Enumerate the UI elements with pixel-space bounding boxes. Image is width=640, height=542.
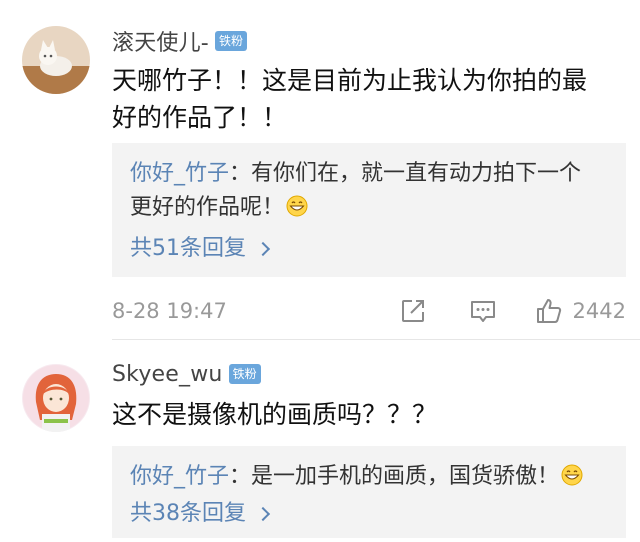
- share-icon[interactable]: [399, 297, 427, 325]
- comment-text-line: 天哪竹子！！这是目前为止我认为你拍的最: [112, 66, 588, 95]
- timestamp: 8-28 19:47: [112, 299, 227, 323]
- comment-item: 滚天使儿- 铁粉 天哪竹子！！这是目前为止我认为你拍的最 好的作品了！！ 你好_…: [0, 0, 640, 340]
- avatar[interactable]: [22, 26, 90, 94]
- comment-actions: 2442: [399, 294, 626, 328]
- view-more-replies-link[interactable]: 共38条回复: [130, 498, 608, 530]
- view-more-replies-link[interactable]: 共51条回复: [130, 233, 608, 265]
- username[interactable]: 滚天使儿-: [112, 25, 209, 57]
- user-info: Skyee_wu 铁粉: [112, 358, 261, 390]
- fan-badge: 铁粉: [214, 31, 247, 51]
- more-replies-label: 共51条回复: [130, 236, 246, 261]
- comment-text-line: 好的作品了！！: [112, 103, 288, 132]
- reply-line: 更好的作品呢！: [130, 191, 608, 225]
- reply-preview[interactable]: 你好_竹子：有你们在，就一直有动力拍下一个 更好的作品呢！ 共51条回复: [112, 143, 626, 277]
- avatar[interactable]: [22, 364, 90, 432]
- comment-text: 天哪竹子！！这是目前为止我认为你拍的最 好的作品了！！: [112, 62, 632, 136]
- thumbs-up-icon[interactable]: [535, 297, 563, 325]
- reply-line: 你好_竹子：是一加手机的画质，国货骄傲！: [130, 460, 608, 494]
- reply-line: 你好_竹子：有你们在，就一直有动力拍下一个: [130, 157, 608, 191]
- reply-text: ：是一加手机的画质，国货骄傲！: [229, 464, 560, 489]
- user-info: 滚天使儿- 铁粉: [112, 25, 247, 57]
- reply-text: 更好的作品呢！: [130, 195, 285, 220]
- reply-author[interactable]: 你好_竹子: [130, 464, 229, 489]
- reply-author[interactable]: 你好_竹子: [130, 161, 229, 186]
- grinning-emoji-icon: [286, 195, 308, 217]
- chevron-right-icon: [255, 241, 271, 257]
- reply-preview[interactable]: 你好_竹子：是一加手机的画质，国货骄傲！ 共38条回复: [112, 446, 626, 538]
- chevron-right-icon: [255, 506, 271, 522]
- comment-icon[interactable]: [469, 297, 497, 325]
- more-replies-label: 共38条回复: [130, 501, 246, 526]
- comment-item: Skyee_wu 铁粉 这不是摄像机的画质吗？？？ 你好_竹子：是一加手机的画质…: [0, 340, 640, 542]
- reply-text: ：有你们在，就一直有动力拍下一个: [229, 161, 582, 186]
- comment-meta: 8-28 19:47 2442: [112, 294, 626, 328]
- username[interactable]: Skyee_wu: [112, 362, 223, 387]
- grinning-emoji-icon: [561, 464, 583, 486]
- like-count: 2442: [572, 299, 626, 323]
- comment-text-line: 这不是摄像机的画质吗？？？: [112, 400, 438, 429]
- comment-text: 这不是摄像机的画质吗？？？: [112, 396, 632, 433]
- fan-badge: 铁粉: [228, 364, 261, 384]
